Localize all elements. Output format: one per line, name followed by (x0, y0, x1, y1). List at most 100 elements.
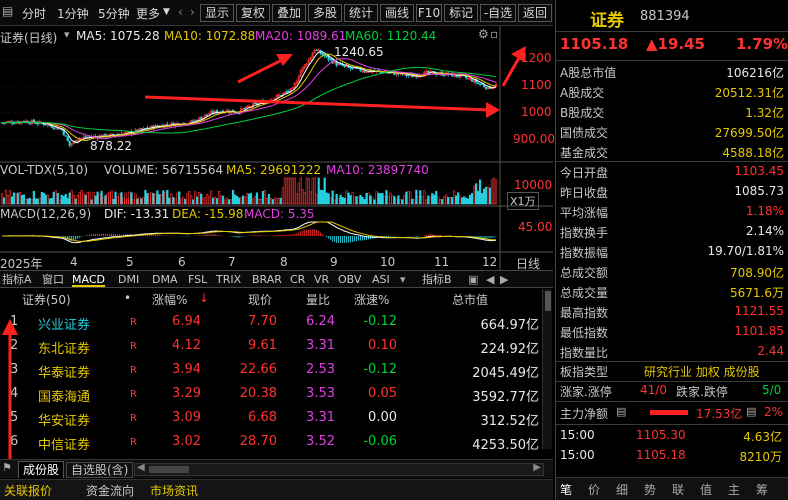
chevron-right-icon[interactable]: ▶ (533, 462, 541, 473)
volume-bar (60, 194, 63, 205)
tab-cr[interactable]: CR (290, 272, 305, 287)
toolbar-multi-button[interactable]: 多股 (308, 4, 342, 22)
toolbar-display-button[interactable]: 显示 (200, 4, 234, 22)
tab-brar[interactable]: BRAR (252, 272, 282, 287)
table-row[interactable]: 3 华泰证券 R 3.94 22.66 2.53 -0.12 2045.49亿 (0, 359, 553, 383)
toolbar-remove-favorite-button[interactable]: -自选 (480, 4, 516, 22)
toolbar-adjust-button[interactable]: 复权 (236, 4, 270, 22)
panel-tab-4[interactable]: 联 (672, 481, 684, 498)
panel-tab-2[interactable]: 细 (616, 481, 628, 498)
volume-bar (492, 177, 496, 205)
quote-value: 1.18% (745, 204, 784, 218)
toolbar-draw-button[interactable]: 画线 (380, 4, 414, 22)
stock-name: 东北证券 (38, 342, 91, 357)
panel-tab-3[interactable]: 势 (644, 481, 656, 498)
toolbar-more[interactable]: 更多 (136, 5, 160, 22)
menu-icon[interactable]: ▤ (2, 4, 13, 18)
tab-asi[interactable]: ASI (372, 272, 390, 287)
toolbar-back-button[interactable]: 返回 (518, 4, 552, 22)
toolbar-1min[interactable]: 1分钟 (57, 5, 89, 22)
toolbar-mark-button[interactable]: 标记 (444, 4, 478, 22)
panel-tab-7[interactable]: 筹 (756, 481, 768, 498)
volume-bar (144, 189, 147, 205)
kline-chart[interactable] (0, 26, 553, 270)
tab-indicator-a[interactable]: 指标A (2, 272, 32, 287)
volume-bar (34, 198, 37, 205)
header-price[interactable]: 现价 (248, 291, 272, 308)
tab-fsl[interactable]: FSL (188, 272, 207, 287)
maximize-icon[interactable]: ▫ (490, 27, 498, 41)
header-speed[interactable]: 涨速% (354, 291, 389, 308)
board-type-label: 板指类型 (560, 365, 609, 379)
list-icon[interactable]: ▤ (746, 405, 756, 418)
toolbar-5min[interactable]: 5分钟 (98, 5, 130, 22)
header-change[interactable]: 涨幅% (152, 291, 187, 308)
kline-chart-panel[interactable]: 证券(日线) ▾ MA5: 1075.28 MA10: 1072.88 MA20… (0, 26, 555, 271)
table-row[interactable]: 2 东北证券 R 4.12 9.61 3.31 0.10 224.92亿 (0, 335, 553, 359)
header-volume-ratio[interactable]: 量比 (306, 291, 330, 308)
list-icon[interactable]: ▤ (616, 405, 626, 418)
chart-toolbar: ▤ 分时 1分钟 5分钟 更多 ▼ ‹ › 显示 复权 叠加 多股 统计 画线 … (0, 0, 553, 26)
chevron-down-icon[interactable]: ▾ (64, 28, 70, 41)
chevron-down-icon[interactable]: ▼ (163, 7, 170, 17)
window-icon[interactable]: ▣ (468, 272, 478, 287)
volume-bar (114, 191, 117, 205)
volume-bar (152, 193, 155, 205)
volume-bar (16, 192, 20, 205)
chevron-left-icon[interactable]: ‹ (178, 5, 183, 19)
chevron-right-icon[interactable]: ▶ (500, 272, 508, 287)
indicator-tabs: 指标A 窗口 MACD DMI DMA FSL TRIX BRAR CR VR … (0, 270, 553, 288)
tick-price: 1105.30 (636, 428, 686, 442)
chevron-down-icon[interactable]: ▾ (400, 272, 406, 287)
panel-tab-1[interactable]: 价 (588, 481, 600, 498)
quote-row: 平均涨幅 1.18% (558, 202, 788, 222)
tab-constituents[interactable]: 成份股 (18, 461, 65, 478)
tab-market-news[interactable]: 市场资讯 (150, 482, 198, 499)
tab-vr[interactable]: VR (314, 272, 329, 287)
volume-bar (267, 194, 271, 205)
toolbar-overlay-button[interactable]: 叠加 (272, 4, 306, 22)
volume-bar (291, 177, 294, 205)
volume-bar (453, 190, 456, 205)
tab-obv[interactable]: OBV (338, 272, 361, 287)
chevron-left-icon[interactable]: ◀ (137, 462, 145, 473)
toolbar-f10-button[interactable]: F10 (416, 4, 442, 22)
volume-ratio: 3.31 (306, 410, 335, 425)
table-row[interactable]: 4 国泰海通 R 3.29 20.38 3.53 0.05 3592.77亿 (0, 383, 553, 407)
volume-bar (313, 177, 316, 205)
list-scrollbar[interactable] (542, 289, 552, 449)
toolbar-stats-button[interactable]: 统计 (344, 4, 378, 22)
panel-tab-5[interactable]: 值 (700, 481, 712, 498)
horizontal-scrollbar[interactable]: ◀ ▶ (134, 462, 544, 476)
table-row[interactable]: 6 中信证券 R 3.02 28.70 3.52 -0.06 4253.50亿 (0, 431, 553, 455)
month-tick: 12 (482, 255, 498, 269)
settings-icon[interactable]: ⚙ (478, 27, 489, 41)
status-bar: 关联报价 资金流向 市场资讯 (0, 479, 553, 500)
chevron-right-icon[interactable]: › (190, 5, 195, 19)
candle-body (52, 127, 55, 130)
toolbar-intraday[interactable]: 分时 (22, 5, 46, 22)
volume-bar (140, 198, 143, 205)
tab-window[interactable]: 窗口 (42, 272, 64, 287)
candle-body (484, 86, 488, 90)
tab-watchlist[interactable]: 自选股(含) (66, 462, 134, 478)
sort-down-icon[interactable]: ↓ (199, 291, 209, 305)
flag-icon[interactable]: ⚑ (2, 461, 12, 474)
panel-tab-6[interactable]: 主 (728, 481, 740, 498)
volume-bar (431, 193, 434, 205)
tab-indicator-b[interactable]: 指标B (422, 272, 452, 287)
volume-tick: 10000 (514, 178, 553, 192)
tab-macd[interactable]: MACD (72, 272, 105, 287)
volume-bar (484, 186, 488, 205)
panel-tab-0[interactable]: 笔 (560, 481, 572, 498)
header-market-cap[interactable]: 总市值 (452, 291, 488, 308)
tab-dmi[interactable]: DMI (118, 272, 139, 287)
candle-body (253, 102, 257, 104)
tab-trix[interactable]: TRIX (216, 272, 241, 287)
tab-related-quotes[interactable]: 关联报价 (4, 482, 52, 499)
chevron-left-icon[interactable]: ◀ (486, 272, 494, 287)
tab-dma[interactable]: DMA (152, 272, 178, 287)
table-row[interactable]: 1 兴业证券 R 6.94 7.70 6.24 -0.12 664.97亿 (0, 311, 553, 335)
tab-capital-flow[interactable]: 资金流向 (86, 482, 134, 499)
table-row[interactable]: 5 华安证券 R 3.09 6.68 3.31 0.00 312.52亿 (0, 407, 553, 431)
